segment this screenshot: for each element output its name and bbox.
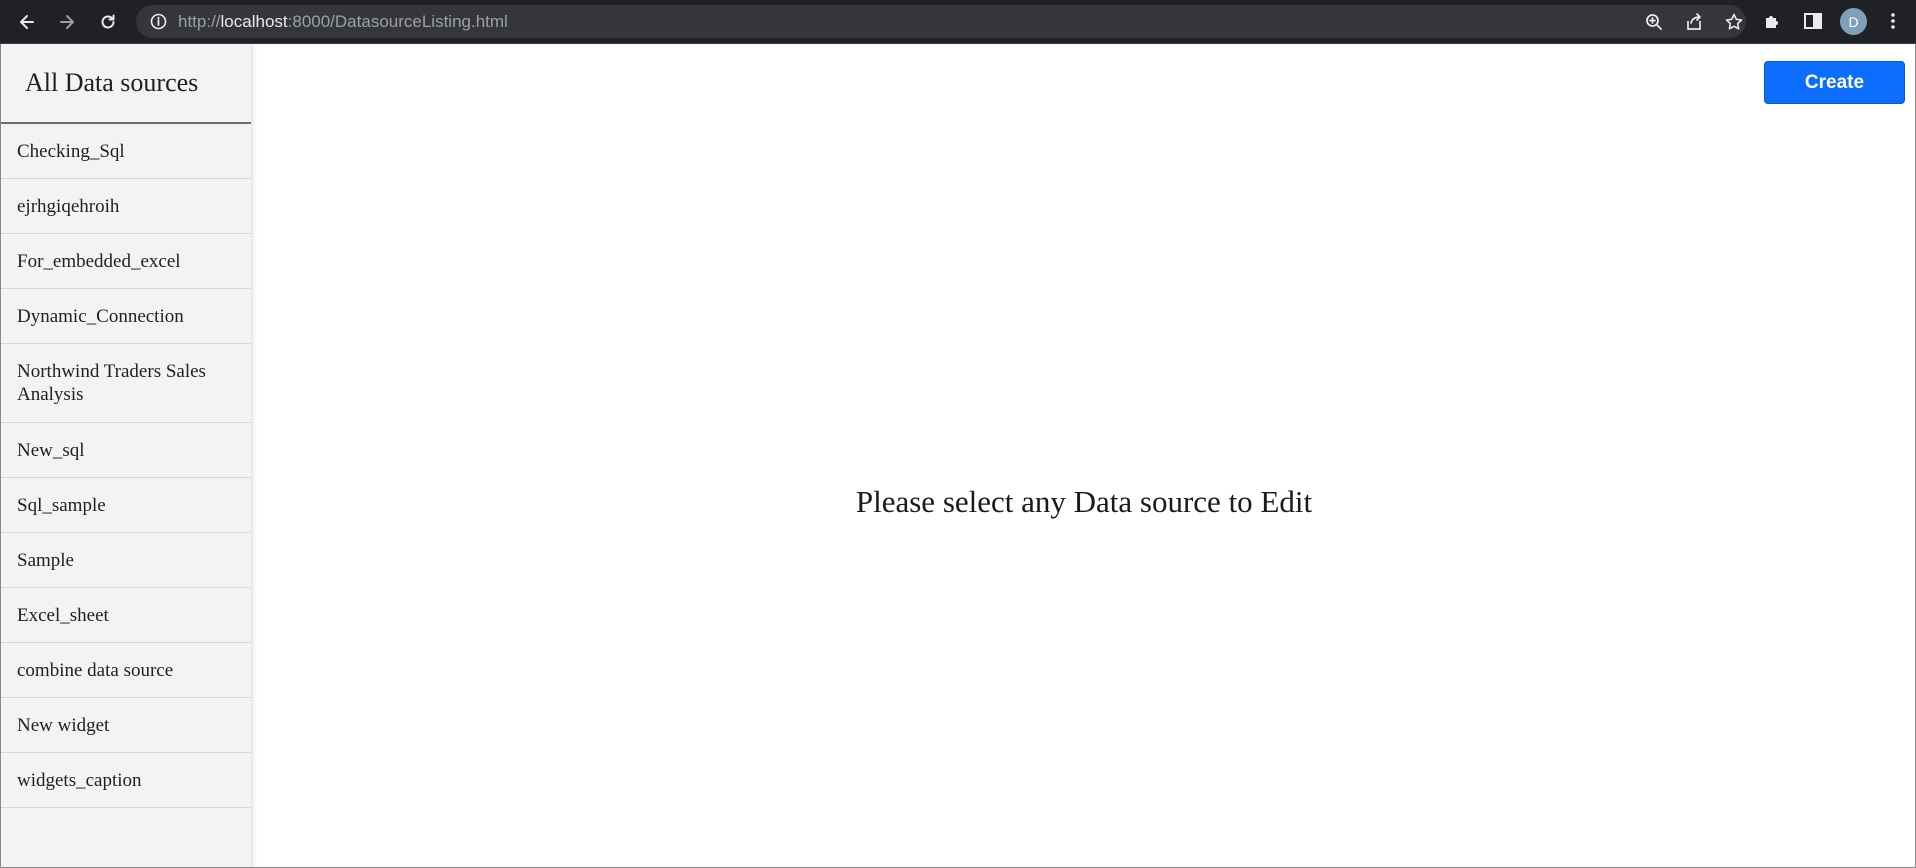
datasource-list: Checking_Sql ejrhgiqehroih For_embedded_…	[1, 124, 251, 808]
datasource-item[interactable]: New_sql	[1, 423, 251, 478]
datasource-sidebar: All Data sources Checking_Sql ejrhgiqehr…	[1, 44, 252, 867]
profile-avatar[interactable]: D	[1840, 8, 1867, 35]
star-icon[interactable]	[1724, 12, 1744, 32]
datasource-item[interactable]: Checking_Sql	[1, 124, 251, 179]
datasource-item[interactable]: For_embedded_excel	[1, 234, 251, 289]
datasource-item[interactable]: combine data source	[1, 643, 251, 698]
address-bar[interactable]: http://localhost:8000/DatasourceListing.…	[136, 5, 1746, 38]
datasource-item[interactable]: Excel_sheet	[1, 588, 251, 643]
back-icon	[20, 15, 34, 29]
datasource-item[interactable]: Northwind Traders Sales Analysis	[1, 344, 251, 423]
url-text[interactable]: http://localhost:8000/DatasourceListing.…	[178, 5, 508, 38]
datasource-item[interactable]: Sample	[1, 533, 251, 588]
url-host: localhost	[220, 12, 288, 31]
datasource-item[interactable]: widgets_caption	[1, 753, 251, 808]
zoom-icon[interactable]	[1644, 12, 1664, 32]
url-path: :8000/DatasourceListing.html	[287, 12, 508, 31]
share-icon[interactable]	[1684, 12, 1704, 32]
reload-button[interactable]	[93, 8, 123, 36]
info-icon[interactable]	[150, 13, 167, 30]
forward-icon	[60, 15, 74, 29]
menu-icon[interactable]	[1882, 10, 1904, 32]
datasource-item[interactable]: ejrhgiqehroih	[1, 179, 251, 234]
datasource-item[interactable]: Sql_sample	[1, 478, 251, 533]
reload-icon	[101, 14, 115, 29]
side-panel-icon[interactable]	[1802, 10, 1824, 32]
datasource-item[interactable]: Dynamic_Connection	[1, 289, 251, 344]
browser-toolbar: http://localhost:8000/DatasourceListing.…	[0, 0, 1916, 44]
create-button[interactable]: Create	[1764, 61, 1905, 104]
datasource-item[interactable]: New widget	[1, 698, 251, 753]
empty-state-message: Please select any Data source to Edit	[855, 484, 1313, 519]
forward-button[interactable]	[52, 8, 82, 36]
url-scheme: http://	[178, 12, 221, 31]
back-button[interactable]	[12, 8, 42, 36]
extensions-icon[interactable]	[1762, 10, 1784, 32]
sidebar-title: All Data sources	[1, 44, 251, 124]
